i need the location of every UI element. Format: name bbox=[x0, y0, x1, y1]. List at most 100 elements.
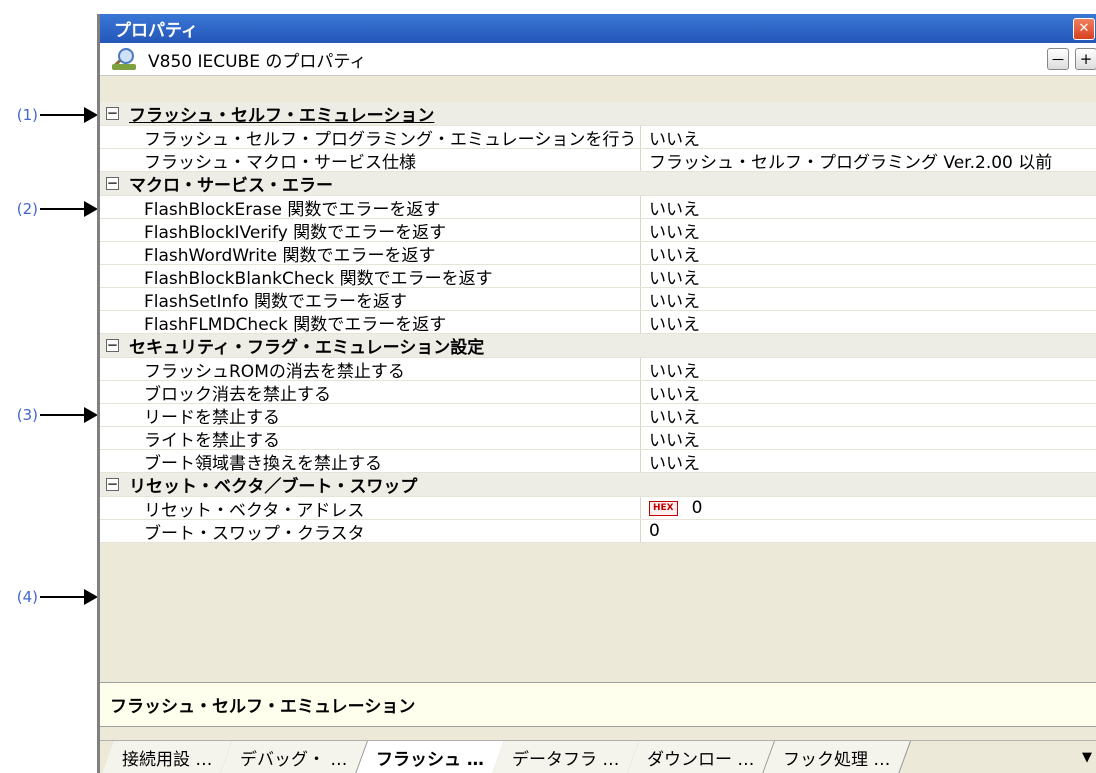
tab-connection-settings[interactable]: 接続用設 … bbox=[101, 741, 234, 773]
hex-badge-icon: HEX bbox=[649, 500, 678, 516]
property-value[interactable]: いいえ bbox=[641, 380, 1096, 405]
property-name: FlashWordWrite 関数でエラーを返す bbox=[100, 242, 641, 264]
property-name: ブロック消去を禁止する bbox=[100, 381, 641, 403]
tab-label: データフラ … bbox=[511, 749, 620, 770]
property-name: ブート領域書き換えを禁止する bbox=[100, 450, 641, 472]
category-row-security-flag-emulation[interactable]: － セキュリティ・フラグ・エミュレーション設定 bbox=[100, 334, 1096, 358]
property-icon bbox=[110, 47, 138, 71]
property-value[interactable]: いいえ bbox=[641, 195, 1096, 220]
property-name: ブート・スワップ・クラスタ bbox=[100, 520, 641, 542]
property-name: フラッシュ・セルフ・プログラミング・エミュレーションを行う bbox=[100, 126, 641, 148]
property-value[interactable]: いいえ bbox=[641, 241, 1096, 266]
window-title: プロパティ bbox=[114, 21, 198, 41]
property-row[interactable]: リセット・ベクタ・アドレス HEX 0 bbox=[100, 497, 1096, 520]
property-value: 0 bbox=[691, 498, 703, 518]
tab-flash-self-emulation[interactable]: フラッシュ … bbox=[355, 741, 505, 773]
category-label: セキュリティ・フラグ・エミュレーション設定 bbox=[129, 338, 485, 358]
collapse-toggle-icon[interactable]: － bbox=[106, 478, 119, 491]
title-bar[interactable]: プロパティ ✕ bbox=[100, 14, 1096, 43]
property-row[interactable]: FlashBlockBlankCheck 関数でエラーを返す いいえ bbox=[100, 264, 1096, 289]
property-value[interactable]: 0 bbox=[641, 521, 1096, 541]
category-label: マクロ・サービス・エラー bbox=[129, 176, 333, 196]
tab-bar: 接続用設 … デバッグ・ … フラッシュ … データフラ … ダウンロー … フ… bbox=[100, 740, 1096, 773]
property-value[interactable]: いいえ bbox=[641, 310, 1096, 335]
arrow-right-icon bbox=[40, 107, 98, 123]
description-text: フラッシュ・セルフ・エミュレーション bbox=[110, 697, 416, 717]
expand-all-button[interactable]: + bbox=[1075, 48, 1096, 70]
category-label: リセット・ベクタ／ブート・スワップ bbox=[129, 477, 418, 497]
property-row[interactable]: フラッシュ・マクロ・サービス仕様 フラッシュ・セルフ・プログラミング Ver.2… bbox=[100, 148, 1096, 173]
property-row[interactable]: FlashSetInfo 関数でエラーを返す いいえ bbox=[100, 287, 1096, 312]
property-name: FlashBlockBlankCheck 関数でエラーを返す bbox=[100, 265, 641, 287]
tab-debug-tool-settings[interactable]: デバッグ・ … bbox=[220, 741, 369, 773]
minus-icon: － bbox=[1050, 50, 1066, 69]
tab-label: デバッグ・ … bbox=[240, 749, 348, 770]
property-row[interactable]: フラッシュ・セルフ・プログラミング・エミュレーションを行う いいえ bbox=[100, 125, 1096, 150]
property-name: フラッシュ・マクロ・サービス仕様 bbox=[100, 149, 641, 171]
category-row-flash-self-emulation[interactable]: － フラッシュ・セルフ・エミュレーション bbox=[100, 102, 1096, 126]
property-name: ライトを禁止する bbox=[100, 427, 641, 449]
property-name: フラッシュROMの消去を禁止する bbox=[100, 358, 641, 380]
callout-1: (1) bbox=[0, 103, 98, 127]
property-value-cell[interactable]: HEX 0 bbox=[641, 498, 1096, 518]
plus-icon: + bbox=[1079, 50, 1093, 68]
collapse-all-button[interactable]: － bbox=[1047, 48, 1069, 70]
property-name: リセット・ベクタ・アドレス bbox=[100, 497, 641, 519]
property-header: V850 IECUBE のプロパティ － + bbox=[100, 43, 1096, 76]
callout-2: (2) bbox=[0, 197, 98, 221]
tab-label: フラッシュ … bbox=[375, 750, 484, 770]
property-row[interactable]: FlashFLMDCheck 関数でエラーを返す いいえ bbox=[100, 310, 1096, 335]
property-value[interactable]: いいえ bbox=[641, 403, 1096, 428]
property-row[interactable]: リードを禁止する いいえ bbox=[100, 403, 1096, 428]
collapse-toggle-icon[interactable]: － bbox=[106, 339, 119, 352]
description-pane: フラッシュ・セルフ・エミュレーション bbox=[100, 682, 1096, 727]
property-row[interactable]: ブート領域書き換えを禁止する いいえ bbox=[100, 449, 1096, 474]
property-name: FlashBlockErase 関数でエラーを返す bbox=[100, 196, 641, 218]
arrow-right-icon bbox=[40, 407, 98, 423]
tab-label: ダウンロー … bbox=[647, 749, 755, 770]
tab-label: フック処理 … bbox=[782, 749, 891, 770]
callout-label: (2) bbox=[16, 200, 38, 218]
collapse-toggle-icon[interactable]: － bbox=[106, 107, 119, 120]
tab-hook-process[interactable]: フック処理 … bbox=[762, 741, 911, 773]
property-name: リードを禁止する bbox=[100, 404, 641, 426]
property-value[interactable]: いいえ bbox=[641, 426, 1096, 451]
arrow-right-icon bbox=[40, 201, 98, 217]
property-header-title: V850 IECUBE のプロパティ bbox=[148, 51, 367, 72]
close-icon: ✕ bbox=[1078, 21, 1090, 36]
property-row[interactable]: ブロック消去を禁止する いいえ bbox=[100, 380, 1096, 405]
property-value[interactable]: いいえ bbox=[641, 218, 1096, 243]
arrow-right-icon bbox=[40, 589, 98, 605]
category-row-reset-vector-boot-swap[interactable]: － リセット・ベクタ／ブート・スワップ bbox=[100, 473, 1096, 497]
property-value[interactable]: いいえ bbox=[641, 449, 1096, 474]
property-name: FlashBlockIVerify 関数でエラーを返す bbox=[100, 219, 641, 241]
tab-download-file[interactable]: ダウンロー … bbox=[627, 741, 776, 773]
property-row[interactable]: フラッシュROMの消去を禁止する いいえ bbox=[100, 357, 1096, 382]
callout-label: (4) bbox=[16, 588, 38, 606]
collapse-toggle-icon[interactable]: － bbox=[106, 177, 119, 190]
property-row[interactable]: ライトを禁止する いいえ bbox=[100, 426, 1096, 451]
property-row[interactable]: FlashBlockErase 関数でエラーを返す いいえ bbox=[100, 195, 1096, 220]
property-value[interactable]: フラッシュ・セルフ・プログラミング Ver.2.00 以前 bbox=[641, 148, 1096, 173]
category-row-macro-service-error[interactable]: － マクロ・サービス・エラー bbox=[100, 172, 1096, 196]
category-label: フラッシュ・セルフ・エミュレーション bbox=[129, 106, 435, 126]
close-button[interactable]: ✕ bbox=[1073, 17, 1095, 40]
property-value[interactable]: いいえ bbox=[641, 357, 1096, 382]
property-grid: － フラッシュ・セルフ・エミュレーション フラッシュ・セルフ・プログラミング・エ… bbox=[100, 102, 1096, 543]
callout-label: (3) bbox=[16, 406, 38, 424]
property-row[interactable]: ブート・スワップ・クラスタ 0 bbox=[100, 520, 1096, 543]
property-name: FlashFLMDCheck 関数でエラーを返す bbox=[100, 311, 641, 333]
property-value[interactable]: いいえ bbox=[641, 264, 1096, 289]
property-panel: プロパティ ✕ V850 IECUBE のプロパティ － + － フラッシュ・セ… bbox=[97, 14, 1096, 773]
property-value[interactable]: いいえ bbox=[641, 125, 1096, 150]
tab-menu-dropdown-icon[interactable]: ▼ bbox=[1075, 741, 1096, 773]
tab-label: 接続用設 … bbox=[122, 749, 213, 770]
property-row[interactable]: FlashBlockIVerify 関数でエラーを返す いいえ bbox=[100, 218, 1096, 243]
callout-label: (1) bbox=[16, 106, 38, 124]
callout-3: (3) bbox=[0, 403, 98, 427]
tab-data-flash-emulation[interactable]: データフラ … bbox=[491, 741, 641, 773]
property-name: FlashSetInfo 関数でエラーを返す bbox=[100, 288, 641, 310]
property-value[interactable]: いいえ bbox=[641, 287, 1096, 312]
callout-4: (4) bbox=[0, 585, 98, 609]
property-row[interactable]: FlashWordWrite 関数でエラーを返す いいえ bbox=[100, 241, 1096, 266]
